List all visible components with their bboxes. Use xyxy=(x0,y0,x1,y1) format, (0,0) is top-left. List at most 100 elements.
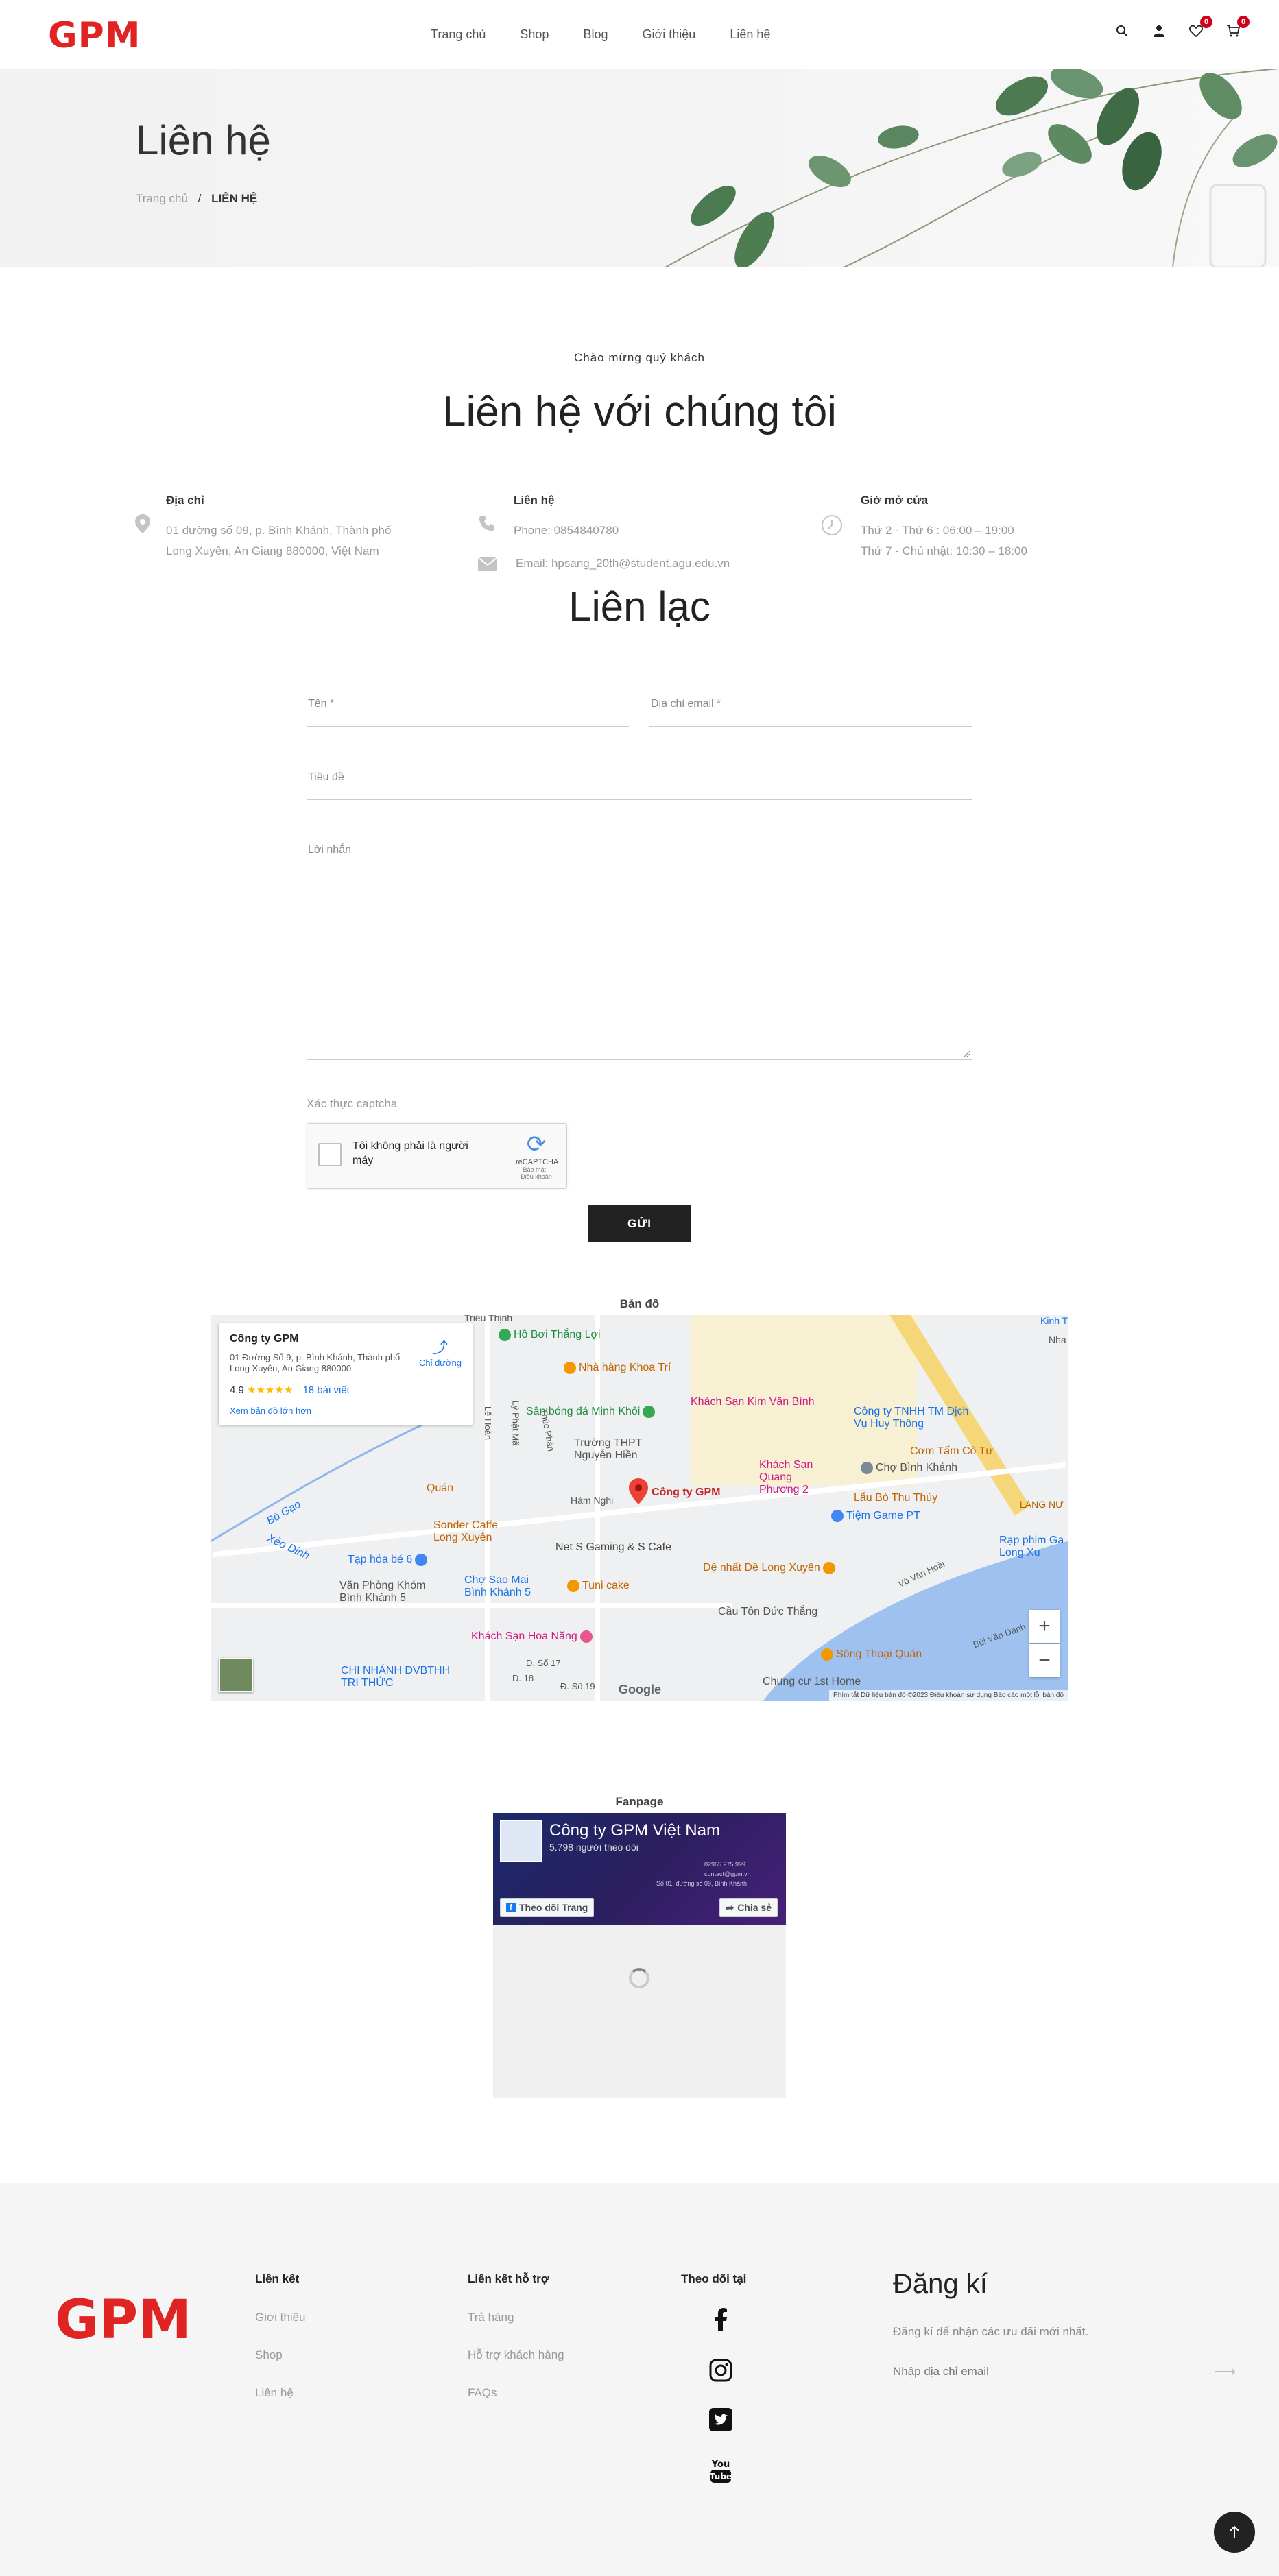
poi-marker-icon xyxy=(579,1630,593,1643)
share-button[interactable]: ➦ Chia sẻ xyxy=(719,1898,778,1917)
footer-link-contact[interactable]: Liên hệ xyxy=(255,2386,294,2400)
map-poi[interactable]: Sonder Caffe Long Xuyên xyxy=(433,1519,516,1544)
submit-button[interactable]: GỬI xyxy=(588,1205,691,1242)
nav-home[interactable]: Trang chủ xyxy=(411,27,503,42)
map-poi[interactable]: Net S Gaming & S Cafe xyxy=(555,1541,671,1554)
map-attribution[interactable]: Phím tắt Dữ liệu bản đồ ©2023 Điều khoản… xyxy=(829,1690,1068,1701)
footer-link-about[interactable]: Giới thiệu xyxy=(255,2311,306,2324)
nav-about[interactable]: Giới thiệu xyxy=(625,27,713,42)
zoom-out-button[interactable]: − xyxy=(1029,1644,1060,1677)
resize-handle-icon[interactable] xyxy=(962,1050,970,1058)
follow-page-button[interactable]: f Theo dõi Trang xyxy=(500,1898,595,1917)
welcome-text: Chào mừng quý khách xyxy=(573,351,706,364)
map-satellite-toggle[interactable] xyxy=(219,1658,253,1692)
footer-link-support[interactable]: Hỗ trợ khách hàng xyxy=(468,2348,564,2362)
footer-link-faqs[interactable]: FAQs xyxy=(468,2386,497,2400)
fanpage-name[interactable]: Công ty GPM Việt Nam xyxy=(549,1821,720,1840)
map-pin-label: Công ty GPM xyxy=(652,1486,721,1498)
directions-button[interactable]: ⤴ Chỉ đường xyxy=(419,1336,462,1368)
footer-logo[interactable]: GPM xyxy=(55,2289,191,2351)
poi-label: Tiệm Game PT xyxy=(846,1510,920,1522)
map-poi[interactable]: LÀNG NƯ xyxy=(1020,1499,1064,1510)
map-poi[interactable]: Cơm Tấm Cô Tư xyxy=(910,1445,993,1458)
contact-phone[interactable]: Phone: 0854840780 xyxy=(514,524,619,538)
poi-label: Chung cư 1st Home xyxy=(763,1676,861,1687)
fanpage-cover[interactable]: Công ty GPM Việt Nam 5.798 người theo dõ… xyxy=(493,1813,786,1925)
poi-label: Đệ nhất Dê Long Xuyên xyxy=(703,1562,820,1574)
map-poi[interactable]: Triều Thịnh xyxy=(464,1315,512,1323)
contact-email[interactable]: Email: hpsang_20th@student.agu.edu.vn xyxy=(516,557,730,570)
map-pin-icon[interactable] xyxy=(629,1478,648,1504)
poi-label: Rạp phim Ga Long Xu xyxy=(999,1534,1064,1558)
cover-phone: 02965 275 999 xyxy=(704,1861,746,1868)
footer-link-shop[interactable]: Shop xyxy=(255,2348,283,2362)
twitter-icon[interactable] xyxy=(708,2408,733,2437)
subscribe-description: Đăng kí để nhận các ưu đãi mới nhất. xyxy=(893,2325,1089,2338)
rating-stars-icon: ★★★★★ xyxy=(247,1384,294,1396)
subject-field[interactable]: Tiêu đề xyxy=(307,766,972,800)
site-logo[interactable]: GPM xyxy=(48,15,141,56)
poi-marker-icon xyxy=(831,1510,844,1522)
location-pin-icon xyxy=(135,514,156,535)
subscribe-arrow-icon[interactable]: ⟶ xyxy=(1214,2363,1236,2381)
email-field[interactable]: Địa chỉ email * xyxy=(649,693,972,727)
back-to-top-button[interactable] xyxy=(1214,2512,1255,2553)
map-poi[interactable]: Quán xyxy=(427,1482,453,1495)
breadcrumb-home[interactable]: Trang chủ xyxy=(136,192,188,205)
recaptcha-text: Tôi không phải là người máy xyxy=(352,1140,468,1166)
google-map[interactable]: Công ty GPM 01 Đường Số 9, p. Bình Khánh… xyxy=(211,1315,1068,1701)
map-poi[interactable]: Khách Sạn Quang Phương 2 xyxy=(759,1459,828,1496)
youtube-icon[interactable]: You Tube xyxy=(708,2457,733,2489)
recaptcha-terms-link[interactable]: Bảo mật - Điều khoản xyxy=(516,1166,557,1180)
account-icon[interactable] xyxy=(1151,23,1167,39)
map-poi[interactable]: Khách Sạn Kim Văn Bình xyxy=(691,1396,815,1408)
recaptcha-checkbox[interactable] xyxy=(318,1143,342,1166)
facebook-icon[interactable] xyxy=(708,2308,733,2337)
map-poi[interactable]: Chợ Sao Mai Bình Khánh 5 xyxy=(464,1574,540,1599)
hours-weekdays: Thứ 2 - Thứ 6 : 06:00 – 19:00 xyxy=(861,524,1014,537)
map-poi[interactable]: Khách Sạn Hoa Năng xyxy=(471,1630,595,1643)
map-street: Hàm Nghi xyxy=(571,1495,614,1506)
map-poi[interactable]: Nhà hàng Khoa Trí xyxy=(564,1362,671,1374)
nav-blog[interactable]: Blog xyxy=(566,27,625,42)
instagram-icon[interactable] xyxy=(708,2359,733,2387)
cart-icon[interactable]: 0 xyxy=(1225,16,1250,39)
poi-label: Chợ Bình Khánh xyxy=(876,1462,958,1474)
follow-page-label: Theo dõi Trang xyxy=(519,1902,588,1913)
map-poi[interactable]: Chợ Bình Khánh xyxy=(861,1462,957,1474)
zoom-in-button[interactable]: + xyxy=(1029,1610,1060,1643)
map-poi[interactable]: Lẩu Bò Thu Thủy xyxy=(854,1492,937,1504)
map-poi[interactable]: Rạp phim Ga Long Xu xyxy=(999,1534,1068,1559)
name-field[interactable]: Tên * xyxy=(307,693,629,727)
address-title: Địa chỉ xyxy=(166,494,204,507)
map-poi[interactable]: Kinh T xyxy=(1040,1315,1068,1326)
nav-shop[interactable]: Shop xyxy=(503,27,566,42)
map-poi[interactable]: Sông Thoại Quán xyxy=(821,1648,922,1661)
map-poi[interactable]: CHI NHÁNH DVBTHH TRI THỨC xyxy=(341,1665,451,1689)
share-icon: ➦ xyxy=(726,1901,734,1913)
fanpage-avatar[interactable] xyxy=(500,1820,542,1862)
facebook-page-widget: Công ty GPM Việt Nam 5.798 người theo dõ… xyxy=(493,1813,786,2098)
map-poi[interactable]: Nha xyxy=(1049,1334,1066,1345)
map-poi[interactable]: Công ty TNHH TM Dịch Vụ Huy Thông xyxy=(854,1406,977,1430)
map-reviews-link[interactable]: 18 bài viết xyxy=(302,1384,349,1396)
wishlist-icon[interactable]: 0 xyxy=(1188,16,1212,39)
footer-link-returns[interactable]: Trả hàng xyxy=(468,2311,514,2324)
email-field-label: Địa chỉ email * xyxy=(651,698,721,710)
larger-map-link[interactable]: Xem bản đồ lớn hơn xyxy=(230,1406,311,1416)
map-poi[interactable]: Trường THPT Nguyễn Hiền xyxy=(574,1437,649,1462)
map-poi[interactable]: Tiệm Game PT xyxy=(831,1510,920,1522)
map-poi[interactable]: Tạp hóa bé 6 xyxy=(348,1554,430,1566)
map-poi[interactable]: Cầu Tôn Đức Thắng xyxy=(718,1606,817,1618)
map-poi[interactable]: Tuni cake xyxy=(567,1580,630,1592)
subscribe-email-input[interactable] xyxy=(893,2355,1195,2389)
map-poi[interactable]: Chung cư 1st Home xyxy=(763,1676,861,1688)
nav-contact[interactable]: Liên hệ xyxy=(713,27,787,42)
map-poi[interactable]: Hồ Bơi Thắng Lợi xyxy=(499,1329,601,1341)
map-poi[interactable]: Văn Phòng Khóm Bình Khánh 5 xyxy=(339,1580,435,1604)
poi-marker-icon xyxy=(567,1580,579,1592)
search-icon[interactable] xyxy=(1114,23,1130,39)
footer-follow-title: Theo dõi tại xyxy=(681,2272,747,2285)
message-field[interactable]: Lời nhắn xyxy=(307,839,972,1060)
map-poi[interactable]: Đệ nhất Dê Long Xuyên xyxy=(703,1562,838,1574)
